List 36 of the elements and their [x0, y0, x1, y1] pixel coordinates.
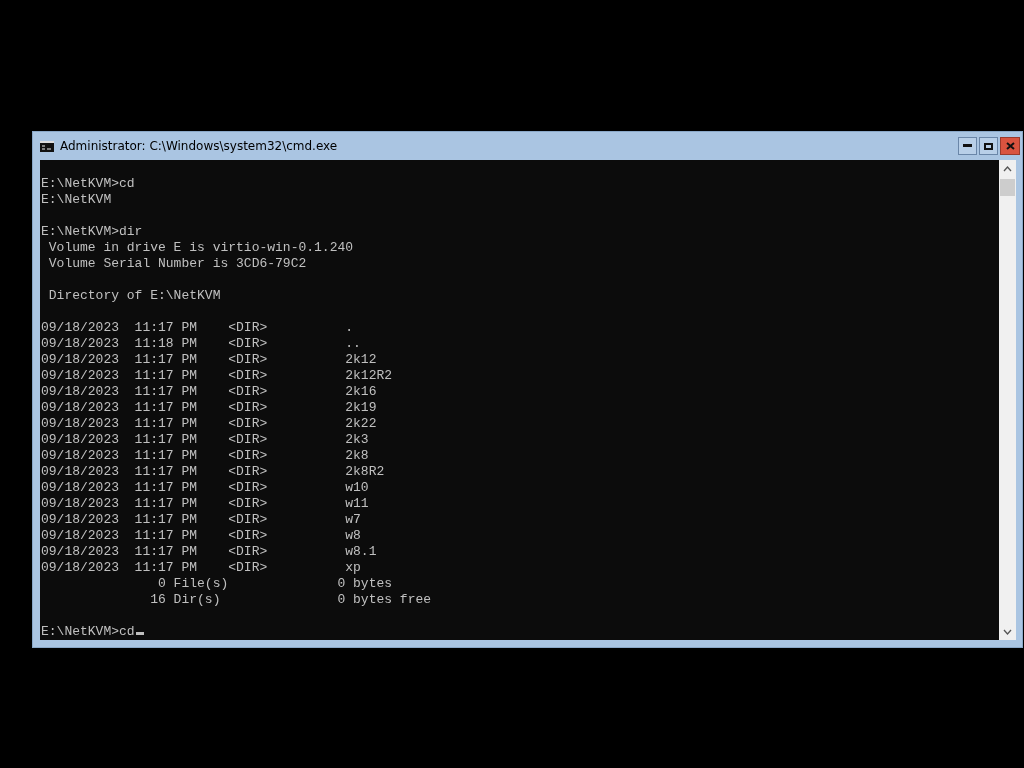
console-line: Directory of E:\NetKVM	[47, 288, 222, 304]
console-line: E:\NetKVM>dir	[41, 224, 144, 240]
console-line: 09/18/2023 11:17 PM <DIR> 2k19	[41, 400, 378, 416]
console-line: 09/18/2023 11:17 PM <DIR> 2k12R2	[41, 368, 394, 384]
minimize-button[interactable]	[958, 137, 977, 155]
close-button[interactable]	[1000, 137, 1020, 155]
console-icon	[40, 140, 54, 152]
console-line: 09/18/2023 11:17 PM <DIR> xp	[41, 560, 362, 576]
console-line: 09/18/2023 11:17 PM <DIR> w8	[41, 528, 362, 544]
console-line: 09/18/2023 11:17 PM <DIR> w10	[41, 480, 370, 496]
console-line: 09/18/2023 11:17 PM <DIR> w11	[41, 496, 370, 512]
maximize-icon	[984, 142, 993, 150]
close-icon	[1005, 142, 1015, 150]
console-line: 09/18/2023 11:17 PM <DIR> 2k8	[41, 448, 370, 464]
console-line: 09/18/2023 11:17 PM <DIR> 2k22	[41, 416, 378, 432]
scrollbar-thumb[interactable]	[1000, 179, 1015, 196]
console-line: 09/18/2023 11:17 PM <DIR> w8.1	[41, 544, 378, 560]
text-cursor	[135, 632, 144, 635]
maximize-button[interactable]	[979, 137, 998, 155]
console-line: Volume Serial Number is 3CD6-79C2	[47, 256, 308, 272]
vertical-scrollbar[interactable]	[999, 160, 1016, 640]
console-line: 09/18/2023 11:17 PM <DIR> 2k8R2	[41, 464, 386, 480]
console-line: 09/18/2023 11:17 PM <DIR> w7	[41, 512, 362, 528]
console-line: 09/18/2023 11:17 PM <DIR> 2k12	[41, 352, 378, 368]
console-line: Volume in drive E is virtio-win-0.1.240	[47, 240, 355, 256]
console-line: 09/18/2023 11:18 PM <DIR> ..	[41, 336, 362, 352]
console-line: E:\NetKVM>cd	[41, 176, 136, 192]
window-title: Administrator: C:\Windows\system32\cmd.exe	[60, 139, 339, 153]
console-line: E:\NetKVM	[41, 192, 113, 208]
console-line: 09/18/2023 11:17 PM <DIR> 2k3	[41, 432, 370, 448]
console-line: 09/18/2023 11:17 PM <DIR> .	[41, 320, 355, 336]
console-line: 16 Dir(s) 0 bytes free	[149, 592, 433, 608]
console-line: 0 File(s) 0 bytes	[157, 576, 394, 592]
command-prompt: E:\NetKVM>cd	[41, 624, 135, 639]
console-line: 09/18/2023 11:17 PM <DIR> 2k16	[41, 384, 378, 400]
minimize-icon	[963, 144, 972, 148]
